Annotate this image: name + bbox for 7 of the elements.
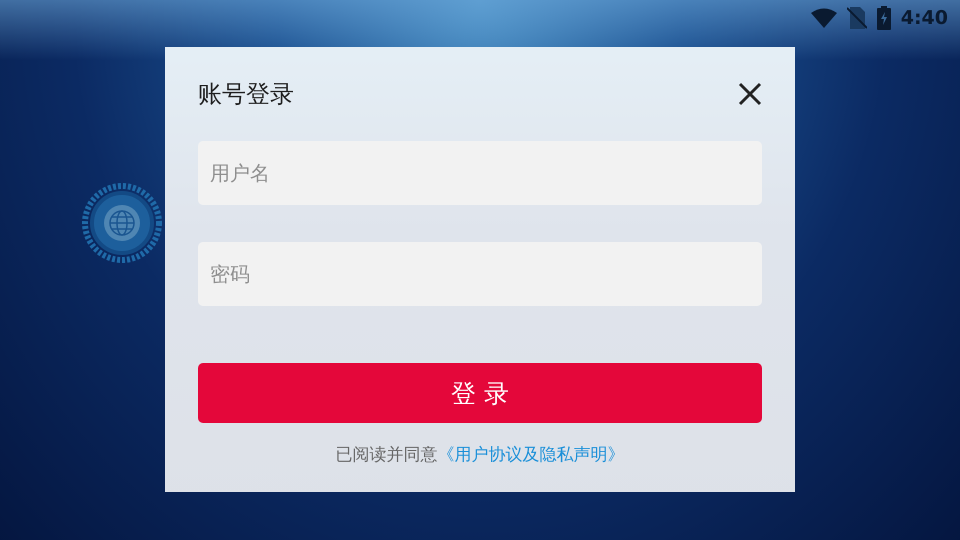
dialog-title: 账号登录 [198,79,294,110]
clock-time: 4:40 [900,7,948,29]
password-field[interactable]: 密码 [198,242,762,306]
agreement-link[interactable]: 《用户协议及隐私声明》 [438,445,624,465]
agreement-text: 已阅读并同意《用户协议及隐私声明》 [334,444,626,466]
username-field[interactable]: 用户名 [198,141,762,205]
login-button[interactable]: 登 录 [198,363,762,423]
